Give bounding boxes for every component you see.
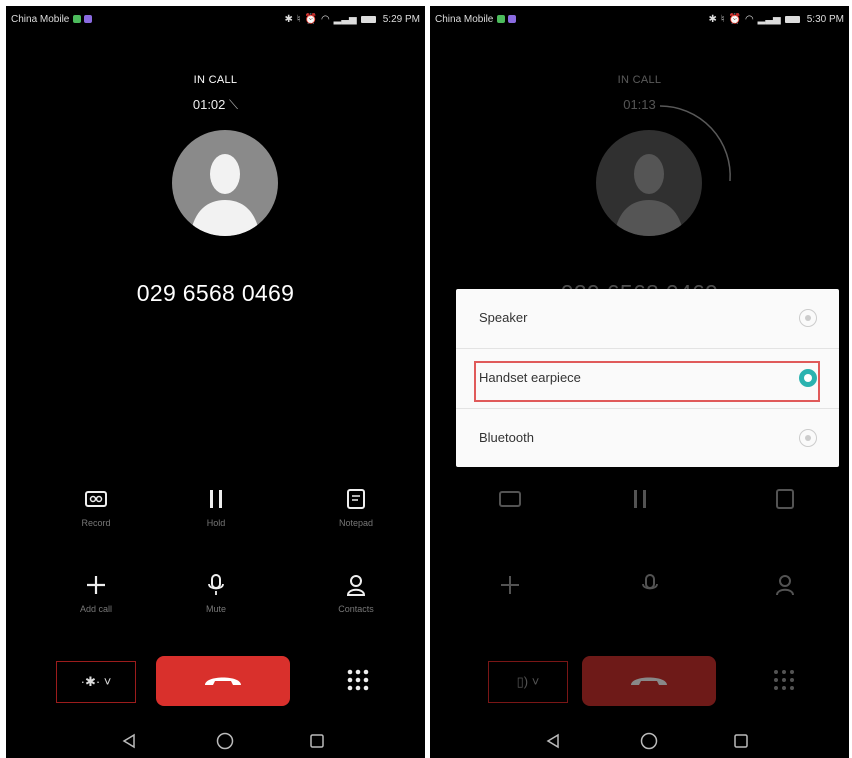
recents-icon: [734, 734, 748, 748]
status-bar: China Mobile ✱ ♮ ⏰ ◠ ▂▃▅ 5:29 PM: [6, 6, 425, 32]
person-icon: [735, 570, 835, 600]
add-call-button[interactable]: [460, 570, 560, 600]
home-icon: [216, 732, 234, 750]
call-state: IN CALL: [617, 74, 662, 86]
app-notification-icon: [84, 15, 93, 23]
bluetooth-status-icon: ✱: [708, 13, 717, 25]
dialpad-icon: [347, 669, 369, 691]
end-call-button[interactable]: [582, 656, 716, 706]
clock: 5:29 PM: [382, 13, 420, 25]
hold-button[interactable]: Hold: [166, 484, 266, 528]
contact-avatar: [596, 130, 702, 236]
notepad-button[interactable]: Notepad: [306, 484, 406, 528]
record-button[interactable]: Record: [46, 484, 146, 528]
phone-hangup-icon: [205, 677, 241, 685]
option-speaker[interactable]: Speaker: [456, 289, 839, 347]
record-button[interactable]: [460, 484, 560, 514]
selection-highlight: [474, 361, 820, 402]
phone-hangup-icon: [631, 677, 667, 685]
back-button[interactable]: [116, 728, 142, 754]
bluetooth-icon: ·✱· ˅: [80, 674, 112, 689]
nav-bar: [6, 724, 425, 758]
mute-button[interactable]: Mute: [166, 570, 266, 614]
carrier-label: China Mobile: [435, 13, 494, 25]
dialpad-icon: [774, 670, 794, 690]
recents-icon: [310, 734, 324, 748]
alarm-icon: ⏰: [728, 13, 741, 25]
add-call-button[interactable]: Add call: [46, 570, 146, 614]
contacts-button[interactable]: [735, 570, 835, 600]
home-button[interactable]: [212, 728, 238, 754]
audio-route-button[interactable]: ▯) ˅: [488, 661, 568, 703]
alarm-icon: ⏰: [304, 13, 317, 25]
home-icon: [640, 732, 658, 750]
call-screen-left: China Mobile ✱ ♮ ⏰ ◠ ▂▃▅ 5:29 PM IN CALL…: [6, 6, 425, 758]
battery-icon: [784, 15, 800, 23]
contact-avatar: [172, 130, 278, 236]
recents-button[interactable]: [304, 728, 330, 754]
carrier-label: China Mobile: [11, 13, 70, 25]
app-notification-icon: [73, 15, 82, 23]
clock: 5:30 PM: [806, 13, 844, 25]
recents-button[interactable]: [728, 728, 754, 754]
nav-bar: [430, 724, 849, 758]
home-button[interactable]: [636, 728, 662, 754]
record-icon: [46, 484, 146, 514]
call-timer: 01:02 ⟍: [192, 97, 239, 112]
dialpad-button[interactable]: [346, 668, 370, 692]
wifi-icon: ◠: [320, 13, 330, 25]
mute-label: Mute: [205, 604, 226, 614]
notepad-icon: [735, 484, 835, 514]
status-bar: China Mobile ✱ ♮ ⏰ ◠ ▂▃▅ 5:30 PM: [430, 6, 849, 32]
radio-button[interactable]: [799, 309, 817, 327]
hold-button[interactable]: [590, 484, 690, 514]
back-button[interactable]: [540, 728, 566, 754]
dialpad-button[interactable]: [772, 668, 796, 692]
app-notification-icon: [497, 15, 506, 23]
battery-icon: [360, 15, 376, 23]
call-screen-right: China Mobile ✱ ♮ ⏰ ◠ ▂▃▅ 5:30 PM IN CALL…: [430, 6, 849, 758]
microphone-icon: [166, 570, 266, 600]
record-label: Record: [81, 518, 111, 528]
record-icon: [460, 484, 560, 514]
plus-icon: [460, 570, 560, 600]
audio-route-button[interactable]: ·✱· ˅: [56, 661, 136, 703]
radio-button[interactable]: [799, 429, 817, 447]
pause-icon: [590, 484, 690, 514]
mute-button[interactable]: [600, 570, 700, 600]
plus-icon: [46, 570, 146, 600]
notepad-label: Notepad: [338, 518, 374, 528]
handset-icon: ▯) ˅: [516, 674, 540, 689]
option-bluetooth[interactable]: Bluetooth: [456, 409, 839, 467]
signal-icon: ▂▃▅: [333, 13, 357, 25]
pause-icon: [166, 484, 266, 514]
phone-number: 029 6568 0469: [136, 280, 295, 306]
person-icon: [306, 570, 406, 600]
microphone-icon: [600, 570, 700, 600]
option-label: Bluetooth: [479, 430, 534, 445]
nfc-icon: ♮: [720, 13, 725, 25]
app-notification-icon: [508, 15, 517, 23]
signal-icon: ▂▃▅: [757, 13, 781, 25]
contacts-label: Contacts: [338, 604, 374, 614]
notepad-icon: [306, 484, 406, 514]
call-state: IN CALL: [193, 74, 238, 86]
add-call-label: Add call: [79, 604, 113, 614]
back-icon: [122, 733, 135, 749]
nfc-icon: ♮: [296, 13, 301, 25]
contacts-button[interactable]: Contacts: [306, 570, 406, 614]
audio-output-dialog: Speaker Handset earpiece Bluetooth: [456, 289, 839, 467]
bluetooth-status-icon: ✱: [284, 13, 293, 25]
option-label: Speaker: [479, 310, 528, 325]
hold-label: Hold: [206, 518, 226, 528]
notepad-button[interactable]: [735, 484, 835, 514]
back-icon: [546, 733, 559, 749]
wifi-icon: ◠: [744, 13, 754, 25]
end-call-button[interactable]: [156, 656, 290, 706]
